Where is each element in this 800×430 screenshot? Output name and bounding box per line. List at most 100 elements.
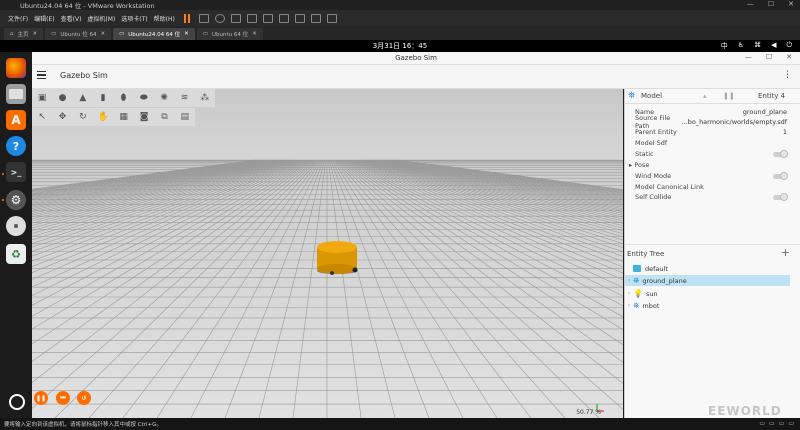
capsule-icon[interactable]: ⬮ <box>113 89 133 107</box>
pause-button[interactable]: ❚❚ <box>34 391 48 405</box>
wind-toggle[interactable] <box>773 172 788 180</box>
wind-label: Wind Mode <box>635 172 672 180</box>
canonical-row: Model Canonical Link <box>635 182 787 192</box>
tab-close-icon[interactable]: ✕ <box>184 31 189 37</box>
real-time-factor: 50.77 % <box>576 409 601 416</box>
running-indicator <box>2 173 4 175</box>
pose-row[interactable]: ▸ Pose <box>629 160 787 170</box>
accessibility-icon[interactable]: ♿ <box>738 41 744 51</box>
rotate-icon[interactable]: ↻ <box>73 108 93 126</box>
ubuntu-logo-icon[interactable] <box>9 394 25 410</box>
close-icon[interactable]: ✕ <box>788 0 794 8</box>
menu-view[interactable]: 查看(V) <box>61 14 82 23</box>
menu-edit[interactable]: 编辑(E) <box>34 14 54 23</box>
trash-icon[interactable]: ♻ <box>6 244 26 264</box>
minimize-icon[interactable]: — <box>747 0 754 8</box>
camera-icon[interactable]: ◙ <box>134 108 154 126</box>
app-center-icon[interactable]: A <box>6 110 26 130</box>
input-method-indicator[interactable]: 中 <box>721 41 728 51</box>
3d-scene-view[interactable]: ▣ ● ▲ ▮ ⬮ ⬬ ✺ ≋ ⁂ ↖ ✥ ↻ ✋ ▦ ◙ ⧉ ▤ ❚❚ ⏭ ↺… <box>32 89 623 418</box>
spotlight-icon[interactable]: ⁂ <box>195 89 215 107</box>
files-icon[interactable] <box>6 84 26 104</box>
pause-inspector-icon[interactable]: ❚❚ <box>723 92 735 100</box>
sphere-icon[interactable]: ● <box>52 89 72 107</box>
select-icon[interactable]: ↖ <box>32 108 52 126</box>
tab-close-icon[interactable]: ✕ <box>100 31 105 37</box>
disc-icon[interactable] <box>6 216 26 236</box>
mbot-model[interactable] <box>317 241 358 275</box>
model-icon: ⛯ <box>633 275 640 285</box>
cone-icon[interactable]: ▲ <box>73 89 93 107</box>
lines-icon[interactable]: ≋ <box>174 89 194 107</box>
gazebo-window-header: Gazebo Sim — ☐ ✕ <box>32 52 800 65</box>
ellipsoid-icon[interactable]: ⬬ <box>134 89 154 107</box>
tab-ubuntu-other[interactable]: ▭ Ubuntu 64 位 ✕ <box>196 28 263 40</box>
grab-icon[interactable]: ✋ <box>93 108 113 126</box>
tree-item-ground-plane[interactable]: › ⛯ ground_plane <box>625 275 790 286</box>
snapshot-manager-icon[interactable] <box>246 13 257 23</box>
menu-tabs[interactable]: 选项卡(T) <box>121 14 147 23</box>
lock-icon[interactable]: ▴ <box>703 92 707 100</box>
expand-icon[interactable]: › <box>625 302 633 309</box>
fullscreen-icon[interactable] <box>278 13 289 23</box>
hamburger-menu-icon[interactable] <box>37 71 46 79</box>
menu-help[interactable]: 帮助(H) <box>154 14 175 23</box>
system-tray[interactable]: 中 ♿ ⌘ ◀ ⏻ <box>721 41 792 51</box>
terminal-icon[interactable]: >_ <box>6 162 26 182</box>
help-icon[interactable]: ? <box>6 136 26 156</box>
component-inspector-header: ⛯ Model ▴ ❚❚ Entity 4 <box>625 89 800 104</box>
snapshot-restore-icon[interactable] <box>230 13 241 23</box>
firefox-icon[interactable] <box>6 58 26 78</box>
power-icon[interactable]: ⏻ <box>786 41 792 51</box>
vmware-window-title: Ubuntu24.04 64 位 - VMware Workstation <box>20 2 155 10</box>
sun-icon[interactable]: ✺ <box>154 89 174 107</box>
model-sdf-row[interactable]: Model Sdf <box>635 138 787 148</box>
network-icon[interactable]: ⌘ <box>754 41 761 51</box>
box-icon[interactable]: ▣ <box>32 89 52 107</box>
sound-icon[interactable]: ▭ <box>788 420 794 427</box>
menu-vm[interactable]: 虚拟机(M) <box>87 14 115 23</box>
expand-icon[interactable]: › <box>625 277 633 284</box>
tree-item-label: default <box>645 264 668 273</box>
grid-icon[interactable]: ▦ <box>114 108 134 126</box>
app-title: Gazebo Sim <box>60 71 108 80</box>
tree-item-default[interactable]: default <box>625 263 790 274</box>
unity-icon[interactable] <box>294 13 305 23</box>
maximize-icon[interactable]: ☐ <box>766 53 772 61</box>
tree-item-sun[interactable]: › 💡 sun <box>625 288 790 299</box>
vm-pause-icon[interactable] <box>183 13 190 23</box>
send-keys-icon[interactable] <box>198 13 209 23</box>
menu-file[interactable]: 文件(F) <box>8 14 28 23</box>
static-toggle[interactable] <box>773 150 788 158</box>
translate-icon[interactable]: ✥ <box>52 108 72 126</box>
tab-close-icon[interactable]: ✕ <box>33 31 38 37</box>
maximize-icon[interactable]: ☐ <box>768 0 774 8</box>
tab-home[interactable]: ⌂ 主页 ✕ <box>4 28 44 40</box>
settings-icon[interactable]: ⚙ <box>6 190 26 210</box>
sidebar-toggle-icon[interactable] <box>262 13 273 23</box>
expand-icon[interactable]: › <box>625 290 633 297</box>
clock[interactable]: 3月31日 16：45 <box>0 41 800 51</box>
usb-icon[interactable]: ▭ <box>779 420 785 427</box>
minimize-icon[interactable]: — <box>745 53 752 61</box>
console-view-icon[interactable] <box>310 13 321 23</box>
tree-item-mbot[interactable]: › ⛯ mbot <box>625 300 790 311</box>
tab-ubuntu2404[interactable]: ▭ Ubuntu24.04 64 位 ✕ <box>113 28 195 40</box>
add-entity-button[interactable]: + <box>781 246 790 259</box>
paste-icon[interactable]: ▤ <box>175 108 195 126</box>
step-button[interactable]: ⏭ <box>56 391 70 405</box>
volume-icon[interactable]: ◀ <box>771 41 776 51</box>
self-collide-toggle[interactable] <box>773 193 788 201</box>
hdd-icon[interactable]: ▭ <box>759 420 765 427</box>
stretch-icon[interactable] <box>326 13 337 23</box>
parent-value: 1 <box>782 128 787 136</box>
copy-icon[interactable]: ⧉ <box>154 108 174 126</box>
tab-ubuntu[interactable]: ▭ Ubuntu 位 64 ✕ <box>45 28 112 40</box>
reset-button[interactable]: ↺ <box>77 391 91 405</box>
cylinder-icon[interactable]: ▮ <box>93 89 113 107</box>
snapshot-icon[interactable] <box>214 13 225 23</box>
kebab-menu-icon[interactable]: ⋮ <box>783 70 792 80</box>
close-icon[interactable]: ✕ <box>786 53 792 61</box>
network-adapter-icon[interactable]: ▭ <box>769 420 775 427</box>
tab-close-icon[interactable]: ✕ <box>252 31 257 37</box>
